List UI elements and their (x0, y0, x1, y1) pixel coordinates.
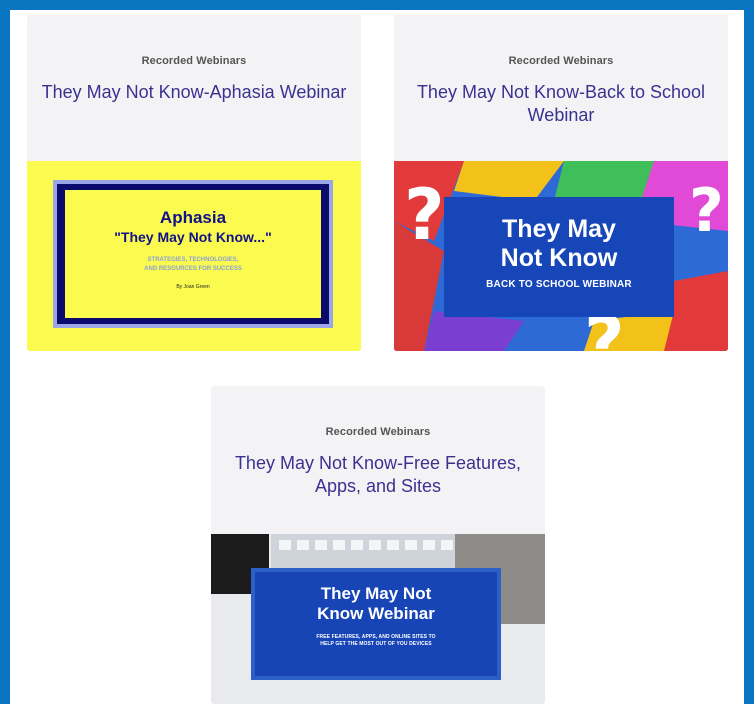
thumbnail-tagline-line: STRATEGIES, TECHNOLOGIES, (147, 257, 239, 263)
thumbnail-tagline-line: AND RESOURCES FOR SUCCESS (144, 266, 242, 272)
card-title-link[interactable]: They May Not Know-Aphasia Webinar (37, 81, 351, 104)
card-thumbnail[interactable]: ? ? ? They May Not Know BACK TO SCHOOL W… (394, 161, 728, 351)
thumbnail-subheading: BACK TO SCHOOL WEBINAR (486, 279, 632, 290)
thumbnail-heading: They May Not Know (444, 215, 674, 273)
thumbnail-heading-line: They May Not (320, 584, 432, 603)
thumbnail-tagline: FREE FEATURES, APPS, AND ONLINE SITES TO… (255, 634, 497, 648)
thumbnail-banner: They May Not Know Webinar FREE FEATURES,… (251, 568, 501, 680)
thumbnail-tagline-line: FREE FEATURES, APPS, AND ONLINE SITES TO (316, 634, 436, 640)
card-thumbnail[interactable]: They May Not Know Webinar FREE FEATURES,… (211, 534, 545, 704)
card-category: Recorded Webinars (141, 55, 247, 67)
webinar-card-free-features[interactable]: Recorded Webinars They May Not Know-Free… (211, 386, 545, 704)
card-category: Recorded Webinars (325, 426, 431, 438)
page-frame-top (0, 0, 754, 10)
page-frame-left (0, 0, 10, 704)
webinar-card-aphasia[interactable]: Recorded Webinars They May Not Know-Apha… (27, 15, 361, 351)
page-frame-right (744, 0, 754, 704)
card-category: Recorded Webinars (508, 55, 614, 67)
thumbnail-tagline: STRATEGIES, TECHNOLOGIES, AND RESOURCES … (65, 256, 321, 274)
card-title-link[interactable]: They May Not Know-Free Features, Apps, a… (221, 452, 535, 498)
webinar-card-back-to-school[interactable]: Recorded Webinars They May Not Know-Back… (394, 15, 728, 351)
thumbnail-heading-line: Know Webinar (317, 604, 435, 623)
thumbnail-tagline-line: HELP GET THE MOST OUT OF YOU DEVICES (320, 641, 432, 647)
thumbnail-byline: By Joan Green (176, 284, 210, 290)
thumbnail-heading-line: They May (502, 215, 616, 243)
card-title-link[interactable]: They May Not Know-Back to School Webinar (404, 81, 718, 127)
thumbnail-heading-line: Not Know (500, 244, 618, 272)
svg-text:?: ? (404, 174, 445, 256)
thumbnail-heading: Aphasia (159, 208, 227, 227)
thumbnail-heading: They May Not Know Webinar (255, 584, 497, 624)
card-thumbnail[interactable]: Aphasia "They May Not Know..." STRATEGIE… (27, 161, 361, 351)
thumbnail-subheading: "They May Not Know..." (114, 229, 272, 245)
svg-text:?: ? (689, 176, 724, 246)
thumbnail-banner: They May Not Know BACK TO SCHOOL WEBINAR (444, 197, 674, 317)
thumbnail-banner: Aphasia "They May Not Know..." STRATEGIE… (53, 180, 333, 328)
